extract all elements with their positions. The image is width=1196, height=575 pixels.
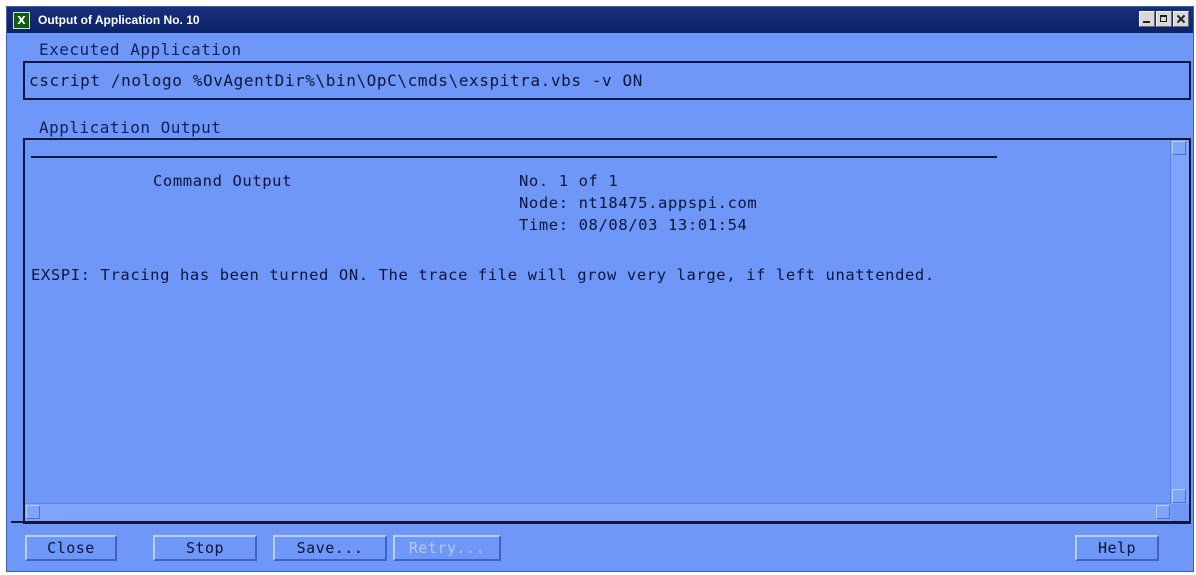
executed-command-text: cscript /nologo %OvAgentDir%\bin\OpC\cmd… xyxy=(29,71,643,90)
command-output-title: Command Output xyxy=(153,172,293,190)
output-text-area[interactable]: Command Output No. 1 of 1 Node: nt18475.… xyxy=(31,144,1169,502)
output-message: EXSPI: Tracing has been turned ON. The t… xyxy=(31,266,935,284)
scroll-left-icon[interactable] xyxy=(26,505,40,519)
close-button[interactable]: Close xyxy=(25,535,117,561)
title-bar[interactable]: X Output of Application No. 10 xyxy=(7,7,1193,33)
scroll-up-icon[interactable] xyxy=(1172,141,1186,155)
help-button[interactable]: Help xyxy=(1075,535,1159,561)
scrollbar-corner xyxy=(1171,504,1189,522)
output-counter: No. 1 of 1 xyxy=(519,172,619,190)
save-button[interactable]: Save... xyxy=(273,535,387,561)
close-icon[interactable] xyxy=(1173,11,1189,27)
scroll-right-icon[interactable] xyxy=(1156,505,1170,519)
application-output-window: X Output of Application No. 10 Executed … xyxy=(6,6,1194,572)
retry-button[interactable]: Retry... xyxy=(393,535,501,561)
window-title: Output of Application No. 10 xyxy=(38,13,200,27)
output-node: Node: nt18475.appspi.com xyxy=(519,194,758,212)
window-controls xyxy=(1139,11,1189,27)
output-time: Time: 08/08/03 13:01:54 xyxy=(519,216,748,234)
stop-button[interactable]: Stop xyxy=(153,535,257,561)
minimize-icon[interactable] xyxy=(1139,11,1155,27)
button-bar: Close Stop Save... Retry... Help xyxy=(11,521,1189,567)
app-x-icon[interactable]: X xyxy=(13,11,30,29)
application-output-frame: Command Output No. 1 of 1 Node: nt18475.… xyxy=(23,138,1191,524)
scroll-down-icon[interactable] xyxy=(1172,489,1186,503)
executed-command-field[interactable]: cscript /nologo %OvAgentDir%\bin\OpC\cmd… xyxy=(23,61,1191,100)
header-divider xyxy=(31,156,997,158)
executed-application-label: Executed Application xyxy=(39,40,242,59)
horizontal-scrollbar[interactable] xyxy=(25,503,1171,522)
vertical-scrollbar[interactable] xyxy=(1170,140,1189,504)
application-output-label: Application Output xyxy=(39,118,222,137)
maximize-icon[interactable] xyxy=(1156,11,1172,27)
